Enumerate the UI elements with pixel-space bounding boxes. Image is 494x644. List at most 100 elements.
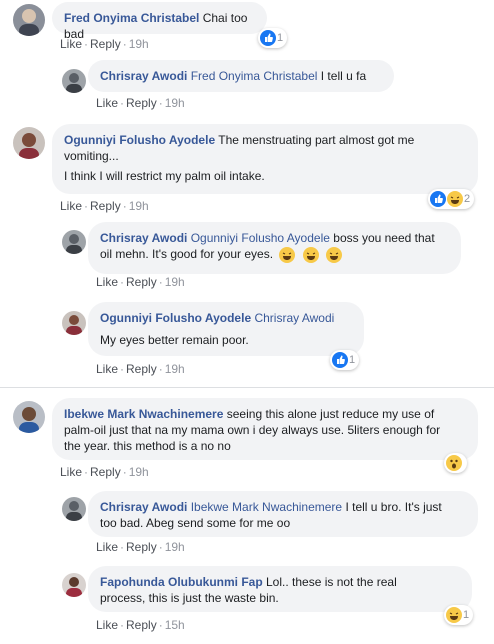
comment-author[interactable]: Chrisray Awodi — [100, 231, 187, 245]
separator: · — [122, 37, 127, 51]
comment-author[interactable]: Chrisray Awodi — [100, 500, 187, 514]
comment-actions: Like · Reply · 19h — [96, 362, 185, 376]
comment-time[interactable]: 19h — [165, 275, 185, 289]
comment-actions: Like · Reply · 19h — [96, 96, 185, 110]
avatar[interactable] — [62, 311, 86, 335]
avatar[interactable] — [62, 573, 86, 597]
comment-time[interactable]: 15h — [165, 618, 185, 632]
person-avatar-icon — [19, 407, 39, 433]
comment-author[interactable]: Ogunniyi Folusho Ayodele — [100, 311, 251, 325]
haha-emoji-icon — [279, 246, 296, 263]
avatar[interactable] — [62, 230, 86, 254]
comment-time[interactable]: 19h — [165, 540, 185, 554]
separator: · — [158, 540, 163, 554]
wow-reaction-icon — [446, 455, 462, 471]
mention-tag[interactable]: Fred Onyima Christabel — [191, 69, 318, 83]
comment-time[interactable]: 19h — [165, 362, 185, 376]
reply-link[interactable]: Reply — [90, 199, 121, 213]
separator: · — [122, 199, 127, 213]
mention-tag[interactable]: Ibekwe Mark Nwachinemere — [191, 500, 342, 514]
like-link[interactable]: Like — [96, 540, 118, 554]
reply-link[interactable]: Reply — [126, 96, 157, 110]
comment-actions: Like · Reply · 19h — [60, 465, 149, 479]
reply-bubble: Chrisray Awodi Ibekwe Mark Nwachinemere … — [88, 491, 478, 537]
comment-text-line2: oil mehn. It's good for your eyes. — [100, 246, 449, 263]
avatar[interactable] — [13, 127, 45, 159]
reply-bubble: Ogunniyi Folusho Ayodele Chrisray Awodi … — [88, 302, 364, 356]
comment-text: I tell u fa — [320, 69, 367, 83]
comment-author[interactable]: Chrisray Awodi — [100, 69, 187, 83]
reply-link[interactable]: Reply — [90, 37, 121, 51]
reply-link[interactable]: Reply — [126, 275, 157, 289]
separator: · — [120, 540, 125, 554]
comment-bubble: Fred Onyima Christabel Chai too bad — [52, 2, 267, 41]
person-avatar-icon — [66, 315, 82, 335]
haha-emoji-icon — [326, 246, 343, 263]
comment-text-line1: The menstruating part almost got me — [218, 133, 415, 147]
separator: · — [84, 37, 89, 51]
comment-text-line2: process, this is just the waste bin. — [100, 591, 279, 605]
reaction-count[interactable]: 1 — [258, 28, 288, 48]
comment-actions: Like · Reply · 19h — [60, 199, 149, 213]
comment-author[interactable]: Fred Onyima Christabel — [64, 11, 199, 25]
thread-divider — [0, 387, 494, 388]
reply-link[interactable]: Reply — [126, 618, 157, 632]
like-link[interactable]: Like — [60, 465, 82, 479]
comment-time[interactable]: 19h — [129, 37, 149, 51]
like-link[interactable]: Like — [96, 618, 118, 632]
avatar[interactable] — [62, 497, 86, 521]
mention-tag[interactable]: Ogunniyi Folusho Ayodele — [191, 231, 330, 245]
reply-link[interactable]: Reply — [90, 465, 121, 479]
avatar[interactable] — [13, 4, 45, 36]
comment-text-line1: I tell u bro. It's just — [345, 500, 442, 514]
person-avatar-icon — [19, 9, 39, 36]
reaction-count[interactable]: 1 — [330, 350, 360, 370]
comment-text: My eyes better remain poor. — [100, 333, 249, 347]
reply-link[interactable]: Reply — [126, 362, 157, 376]
separator: · — [120, 96, 125, 110]
separator: · — [120, 618, 125, 632]
comment-bubble: Ibekwe Mark Nwachinemere seeing this alo… — [52, 398, 478, 460]
comment-text-line3: I think I will restrict my palm oil inta… — [64, 169, 265, 183]
comment-author[interactable]: Fapohunda Olubukunmi Fap — [100, 575, 263, 589]
comment-text-line2: too bad. Abeg send some for me oo — [100, 516, 291, 530]
reaction-count[interactable] — [444, 453, 467, 473]
separator: · — [120, 275, 125, 289]
comment-text-line1: Lol.. these is not the real — [266, 575, 397, 589]
reply-bubble: Chrisray Awodi Fred Onyima Christabel I … — [88, 60, 394, 92]
person-avatar-icon — [66, 73, 82, 93]
like-link[interactable]: Like — [60, 199, 82, 213]
comment-text-line1: boss you need that — [333, 231, 435, 245]
like-link[interactable]: Like — [96, 275, 118, 289]
separator: · — [120, 362, 125, 376]
haha-emoji-icon — [302, 246, 319, 263]
separator: · — [84, 199, 89, 213]
like-reaction-icon — [332, 352, 348, 368]
comment-time[interactable]: 19h — [165, 96, 185, 110]
reaction-count[interactable]: 2 — [428, 189, 475, 209]
like-link[interactable]: Like — [60, 37, 82, 51]
separator: · — [84, 465, 89, 479]
like-link[interactable]: Like — [96, 96, 118, 110]
comment-time[interactable]: 19h — [129, 465, 149, 479]
comment-actions: Like · Reply · 15h — [96, 618, 185, 632]
haha-reaction-icon — [447, 191, 463, 207]
comment-text-line2: vomiting... — [64, 149, 119, 163]
reply-bubble: Chrisray Awodi Ogunniyi Folusho Ayodele … — [88, 222, 461, 274]
avatar[interactable] — [13, 401, 45, 433]
like-reaction-icon — [430, 191, 446, 207]
comment-actions: Like · Reply · 19h — [60, 37, 149, 51]
separator: · — [122, 465, 127, 479]
comment-text-line3: the year. this method is a no no — [64, 439, 231, 453]
comment-time[interactable]: 19h — [129, 199, 149, 213]
reply-link[interactable]: Reply — [126, 540, 157, 554]
like-link[interactable]: Like — [96, 362, 118, 376]
like-reaction-icon — [260, 30, 276, 46]
avatar[interactable] — [62, 69, 86, 93]
haha-reaction-icon — [446, 607, 462, 623]
mention-tag[interactable]: Chrisray Awodi — [254, 311, 334, 325]
reaction-count-text: 1 — [463, 609, 470, 621]
reaction-count[interactable]: 1 — [444, 605, 474, 625]
comment-author[interactable]: Ibekwe Mark Nwachinemere — [64, 407, 223, 421]
comment-author[interactable]: Ogunniyi Folusho Ayodele — [64, 133, 215, 147]
